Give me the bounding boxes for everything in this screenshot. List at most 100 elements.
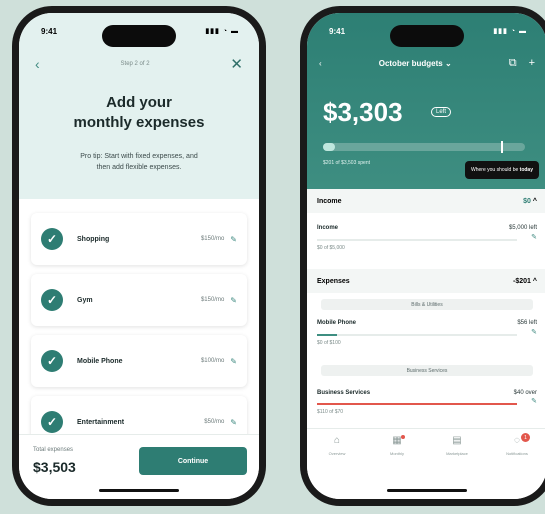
step-indicator: Step 2 of 2 [120, 61, 150, 67]
left-badge: Left [431, 107, 452, 117]
today-tooltip: Where you should be today [465, 161, 539, 179]
tab-label: Monthly [389, 451, 404, 456]
expense-card-gym[interactable]: ✓ Gym $150/mo ✎ [31, 274, 247, 326]
mobile-phone-left: $56 left [517, 320, 537, 326]
dynamic-island [390, 25, 464, 47]
left-phone-frame: 9:41 ▮▮▮ ◔ ▬ ‹ Step 2 of 2 ✕ Add your mo… [12, 6, 266, 506]
pencil-icon[interactable]: ✎ [230, 418, 237, 427]
business-services-progress [317, 403, 517, 405]
budget-progress-bar [323, 141, 525, 153]
home-indicator [99, 489, 179, 492]
tab-label: Marketplace [446, 451, 468, 456]
continue-button[interactable]: Continue [139, 447, 247, 475]
share-icon[interactable]: ⧉ [509, 57, 517, 70]
income-row-sub: $0 of $5,000 [317, 245, 345, 251]
pencil-icon[interactable]: ✎ [531, 233, 537, 241]
mobile-phone-progress-fill [317, 334, 337, 336]
expenses-section-header[interactable]: Expenses -$201 ^ [307, 269, 545, 293]
chevron-up-icon[interactable]: ^ [533, 278, 537, 285]
pro-tip: Pro tip: Start with fixed expenses, and … [49, 151, 229, 173]
income-row[interactable]: Income $5,000 left [317, 225, 537, 231]
status-time: 9:41 [41, 27, 58, 36]
tab-label: Notifications [506, 451, 528, 456]
expense-name: Shopping [77, 235, 110, 243]
back-icon[interactable]: ‹ [35, 56, 40, 72]
total-footer: Total expenses $3,503 Continue [19, 434, 259, 499]
pencil-icon[interactable]: ✎ [230, 357, 237, 366]
expenses-header-label: Expenses [317, 277, 350, 285]
budget-body: Income $0 ^ Income $5,000 left $0 of $5,… [307, 189, 545, 435]
status-icons: ▮▮▮ ◔ ▬ [205, 28, 239, 35]
onboarding-nav: ‹ Step 2 of 2 ✕ [35, 55, 243, 73]
status-time: 9:41 [329, 27, 346, 36]
business-services-over: $40 over [513, 390, 537, 396]
pencil-icon[interactable]: ✎ [230, 235, 237, 244]
tab-notifications[interactable]: ◌ 1 Notifications [489, 433, 545, 499]
income-row-title: Income [317, 225, 339, 231]
today-marker [500, 141, 503, 153]
business-services-progress-fill [317, 403, 517, 405]
mobile-phone-row[interactable]: Mobile Phone $56 left [317, 320, 537, 326]
page-title-line2: monthly expenses [73, 114, 205, 131]
back-icon[interactable]: ‹ [319, 59, 322, 68]
pro-tip-line1: Pro tip: Start with fixed expenses, and [80, 153, 198, 160]
close-icon[interactable]: ✕ [230, 55, 243, 73]
notification-dot [401, 435, 405, 439]
month-selector[interactable]: October budgets ⌄ [379, 59, 452, 68]
expense-amount: $50/mo [204, 419, 225, 425]
tooltip-bold: today [519, 167, 533, 173]
pencil-icon[interactable]: ✎ [230, 296, 237, 305]
expense-card-mobile-phone[interactable]: ✓ Mobile Phone $100/mo ✎ [31, 335, 247, 387]
expense-name: Entertainment [77, 418, 125, 426]
mobile-phone-sub: $0 of $100 [317, 340, 341, 346]
total-value: $3,503 [33, 459, 76, 475]
budget-progress-fill [323, 143, 336, 151]
expense-amount: $150/mo [200, 236, 225, 242]
expense-amount: $150/mo [200, 297, 225, 303]
total-label: Total expenses [33, 447, 74, 453]
expense-name: Gym [77, 296, 93, 304]
right-phone-frame: 9:41 ▮▮▮ ◔ ▬ ‹ October budgets ⌄ ⧉ + $3,… [300, 6, 545, 506]
check-icon: ✓ [41, 289, 63, 311]
check-icon: ✓ [41, 411, 63, 433]
right-phone-screen: 9:41 ▮▮▮ ◔ ▬ ‹ October budgets ⌄ ⧉ + $3,… [307, 13, 545, 499]
notification-badge: 1 [521, 433, 530, 442]
category-business-services: Business Services [321, 365, 533, 376]
dynamic-island [102, 25, 176, 47]
page-title: Add your monthly expenses [19, 93, 259, 133]
pencil-icon[interactable]: ✎ [531, 328, 537, 336]
business-services-title: Business Services [317, 390, 371, 396]
income-section-header[interactable]: Income $0 ^ [307, 189, 545, 213]
add-icon[interactable]: + [529, 57, 535, 70]
tab-bar: ⌂ Overview ▦ Monthly ▤ Marketplace ◌ 1 N… [307, 428, 545, 499]
expense-name: Mobile Phone [77, 357, 123, 365]
pro-tip-line2: then add flexible expenses. [96, 164, 182, 171]
expense-card-shopping[interactable]: ✓ Shopping $150/mo ✎ [31, 213, 247, 265]
nav-actions: ⧉ + [509, 57, 535, 70]
left-phone-screen: 9:41 ▮▮▮ ◔ ▬ ‹ Step 2 of 2 ✕ Add your mo… [19, 13, 259, 499]
page-title-line1: Add your [106, 94, 172, 111]
bell-icon: ◌ [514, 435, 520, 446]
check-icon: ✓ [41, 228, 63, 250]
status-icons: ▮▮▮ ◔ ▬ [493, 28, 527, 35]
mobile-phone-title: Mobile Phone [317, 320, 356, 326]
pencil-icon[interactable]: ✎ [531, 397, 537, 405]
income-row-left: $5,000 left [508, 225, 537, 231]
mobile-phone-progress [317, 334, 517, 336]
home-icon: ⌂ [333, 435, 341, 446]
category-bills-utilities: Bills & Utilities [321, 299, 533, 310]
budget-nav: ‹ October budgets ⌄ ⧉ + [319, 57, 535, 70]
store-icon: ▤ [452, 435, 462, 446]
spent-text: $201 of $3,503 spent [323, 160, 370, 166]
tooltip-prefix: Where you should be [471, 167, 519, 173]
chevron-up-icon[interactable]: ^ [533, 198, 537, 205]
expenses-header-value: -$201 [513, 277, 531, 285]
income-header-label: Income [317, 197, 342, 205]
home-indicator [387, 489, 467, 492]
business-services-row[interactable]: Business Services $40 over [317, 390, 537, 396]
income-header-value: $0 [523, 197, 531, 205]
business-services-sub: $110 of $70 [317, 409, 344, 415]
check-icon: ✓ [41, 350, 63, 372]
remaining-amount: $3,303 [323, 97, 403, 127]
tab-overview[interactable]: ⌂ Overview [309, 435, 365, 499]
